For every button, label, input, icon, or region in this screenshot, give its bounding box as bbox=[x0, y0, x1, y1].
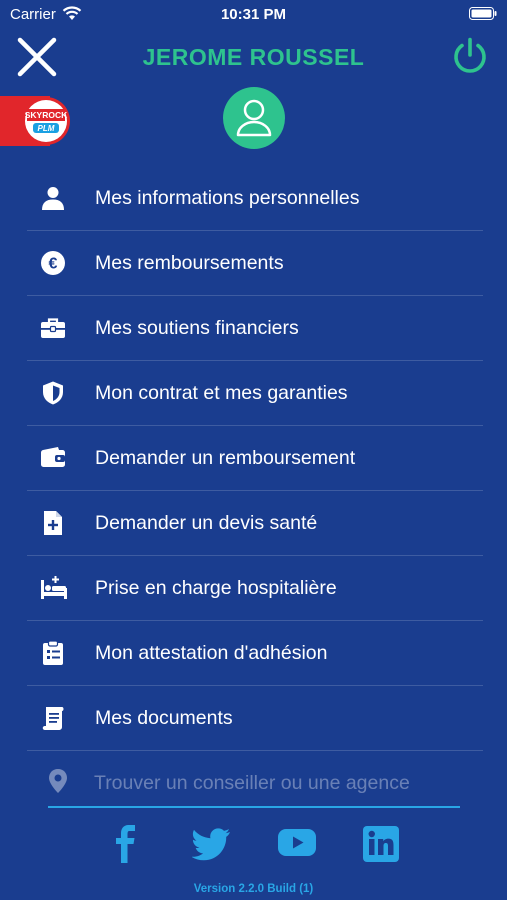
battery-icon bbox=[469, 7, 497, 25]
clock: 10:31 PM bbox=[220, 6, 287, 23]
status-bar: Carrier 10:31 PM bbox=[0, 0, 507, 28]
agency-search bbox=[48, 760, 460, 808]
youtube-icon[interactable] bbox=[277, 828, 317, 863]
user-avatar-icon bbox=[236, 99, 272, 137]
menu-item-label: Mes informations personnelles bbox=[95, 186, 360, 209]
menu-item-label: Mon attestation d'adhésion bbox=[95, 641, 328, 664]
agency-search-input[interactable] bbox=[94, 771, 454, 795]
menu-item-request-reimbursement[interactable]: Demander un remboursement bbox=[27, 426, 483, 491]
menu-item-contract[interactable]: Mon contrat et mes garanties bbox=[27, 361, 483, 426]
menu-item-label: Mon contrat et mes garanties bbox=[95, 381, 348, 404]
document-plus-icon bbox=[27, 510, 95, 536]
menu-item-label: Mes soutiens financiers bbox=[95, 316, 299, 339]
menu-item-membership-certificate[interactable]: Mon attestation d'adhésion bbox=[27, 621, 483, 686]
menu-item-label: Demander un remboursement bbox=[95, 446, 356, 469]
scroll-icon bbox=[27, 705, 95, 731]
menu-item-health-quote[interactable]: Demander un devis santé bbox=[27, 491, 483, 556]
linkedin-icon[interactable] bbox=[362, 825, 400, 868]
svg-text:€: € bbox=[49, 256, 58, 273]
skyrock-logo[interactable]: SKYROCK PLM bbox=[0, 96, 70, 146]
app-version: Version 2.2.0 Build (1) bbox=[193, 883, 314, 895]
twitter-icon[interactable] bbox=[191, 824, 232, 869]
user-name: JEROME ROUSSEL bbox=[142, 44, 365, 70]
shield-icon bbox=[27, 380, 95, 406]
facebook-icon[interactable] bbox=[112, 824, 138, 869]
location-pin-icon bbox=[48, 768, 94, 799]
avatar bbox=[223, 87, 285, 149]
logout-button[interactable] bbox=[451, 37, 489, 75]
skyrock-logo-text: SKYROCK bbox=[25, 110, 68, 120]
user-icon bbox=[27, 185, 95, 211]
menu-item-documents[interactable]: Mes documents bbox=[27, 686, 483, 751]
clipboard-icon bbox=[27, 640, 95, 666]
power-icon bbox=[454, 37, 486, 73]
menu-item-reimbursements[interactable]: € Mes remboursements bbox=[27, 231, 483, 296]
menu-item-personal-info[interactable]: Mes informations personnelles bbox=[27, 166, 483, 231]
menu-item-label: Demander un devis santé bbox=[95, 511, 318, 534]
euro-icon: € bbox=[27, 250, 95, 276]
menu-item-label: Prise en charge hospitalière bbox=[95, 576, 337, 599]
menu-item-label: Mes documents bbox=[95, 706, 233, 729]
menu-list: Mes informations personnelles € Mes remb… bbox=[27, 166, 483, 751]
wallet-icon bbox=[27, 445, 95, 471]
briefcase-icon bbox=[27, 315, 95, 341]
menu-item-label: Mes remboursements bbox=[95, 251, 284, 274]
hospital-bed-icon bbox=[27, 575, 95, 601]
plm-logo-text: PLM bbox=[38, 124, 55, 133]
menu-item-hospital-care[interactable]: Prise en charge hospitalière bbox=[27, 556, 483, 621]
social-links bbox=[0, 824, 507, 868]
menu-item-financial-support[interactable]: Mes soutiens financiers bbox=[27, 296, 483, 361]
